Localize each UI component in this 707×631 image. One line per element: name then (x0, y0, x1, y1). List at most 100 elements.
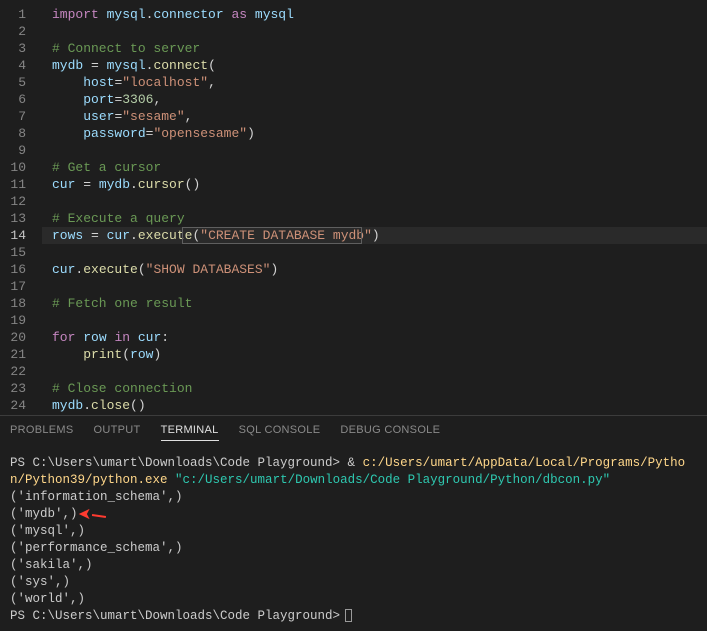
token: : (161, 330, 169, 345)
panel-tab[interactable]: DEBUG CONSOLE (340, 424, 440, 441)
terminal-output-line: ('mydb',) (10, 506, 697, 523)
code-line[interactable] (42, 363, 707, 380)
code-line[interactable]: import mysql.connector as mysql (42, 6, 707, 23)
panel-tab[interactable]: PROBLEMS (10, 424, 74, 441)
token: ) (247, 126, 255, 141)
line-number-gutter: 123456789101112131415161718192021222324 (0, 0, 42, 415)
code-line[interactable]: cur.execute("SHOW DATABASES") (42, 261, 707, 278)
line-number: 15 (0, 244, 26, 261)
line-number: 1 (0, 6, 26, 23)
token (52, 126, 83, 141)
token: ( (138, 262, 146, 277)
token: mysql (255, 7, 294, 22)
line-number: 2 (0, 23, 26, 40)
token: mydb (99, 177, 130, 192)
panel-tabs: PROBLEMS OUTPUT TERMINAL SQL CONSOLE DEBUG C… (0, 416, 707, 449)
line-number: 9 (0, 142, 26, 159)
token: = (83, 58, 106, 73)
code-area[interactable]: import mysql.connector as mysql # Connect… (42, 0, 707, 415)
line-number: 18 (0, 295, 26, 312)
code-line[interactable]: # Execute a query (42, 210, 707, 227)
token (52, 109, 83, 124)
line-number: 10 (0, 159, 26, 176)
token: host (83, 75, 114, 90)
code-line[interactable]: port=3306, (42, 91, 707, 108)
token: ) (270, 262, 278, 277)
token: row (83, 330, 106, 345)
code-line[interactable]: host="localhost", (42, 74, 707, 91)
line-number: 3 (0, 40, 26, 57)
terminal-output-line: ('world',) (10, 591, 697, 608)
token: close (91, 398, 130, 413)
token: # Connect to server (52, 41, 200, 56)
code-line[interactable]: for row in cur: (42, 329, 707, 346)
terminal-output-line: ('information_schema',) (10, 489, 697, 506)
token: cur (52, 177, 75, 192)
code-line[interactable] (42, 312, 707, 329)
code-line[interactable]: user="sesame", (42, 108, 707, 125)
token (247, 7, 255, 22)
code-editor[interactable]: 123456789101112131415161718192021222324 … (0, 0, 707, 415)
token: = (83, 228, 106, 243)
token: execute (83, 262, 138, 277)
token: , (153, 92, 161, 107)
token: ) (372, 228, 380, 243)
line-number: 14 (0, 227, 26, 244)
panel-tab[interactable]: SQL CONSOLE (239, 424, 321, 441)
token: mysql (107, 7, 146, 22)
terminal-output-line: ('sys',) (10, 574, 697, 591)
code-line[interactable]: # Close connection (42, 380, 707, 397)
terminal-prompt[interactable]: PS C:\Users\umart\Downloads\Code Playgro… (10, 608, 697, 625)
token: . (83, 398, 91, 413)
token: mydb (52, 58, 83, 73)
panel-tab[interactable]: TERMINAL (161, 424, 219, 441)
line-number: 11 (0, 176, 26, 193)
token: in (114, 330, 130, 345)
token: "localhost" (122, 75, 208, 90)
token (52, 75, 83, 90)
code-line[interactable] (42, 23, 707, 40)
code-line[interactable]: # Fetch one result (42, 295, 707, 312)
panel-tab[interactable]: OUTPUT (94, 424, 141, 441)
terminal-output[interactable]: PS C:\Users\umart\Downloads\Code Playgro… (0, 449, 707, 631)
terminal-output-line: ('mysql',) (10, 523, 697, 540)
token: mydb (52, 398, 83, 413)
code-line[interactable] (42, 278, 707, 295)
token: print (83, 347, 122, 362)
token: rows (52, 228, 83, 243)
token: = (75, 177, 98, 192)
code-line[interactable] (42, 244, 707, 261)
token: password (83, 126, 145, 141)
code-line[interactable] (42, 142, 707, 159)
bottom-panel: PROBLEMS OUTPUT TERMINAL SQL CONSOLE DEBUG C… (0, 415, 707, 610)
line-number: 19 (0, 312, 26, 329)
code-line[interactable]: mydb = mysql.connect( (42, 57, 707, 74)
line-number: 20 (0, 329, 26, 346)
token (52, 347, 83, 362)
token: cur (107, 228, 130, 243)
token: "sesame" (122, 109, 184, 124)
code-line[interactable] (42, 193, 707, 210)
line-number: 24 (0, 397, 26, 414)
code-line[interactable]: # Get a cursor (42, 159, 707, 176)
code-line[interactable]: password="opensesame") (42, 125, 707, 142)
code-line[interactable]: print(row) (42, 346, 707, 363)
token: as (231, 7, 247, 22)
token: for (52, 330, 75, 345)
token: user (83, 109, 114, 124)
line-number: 7 (0, 108, 26, 125)
token: () (185, 177, 201, 192)
token: row (130, 347, 153, 362)
token: , (208, 75, 216, 90)
token (99, 7, 107, 22)
code-line[interactable]: cur = mydb.cursor() (42, 176, 707, 193)
terminal-line: PS C:\Users\umart\Downloads\Code Playgro… (10, 455, 697, 489)
code-line[interactable]: # Connect to server (42, 40, 707, 57)
token: connect (153, 58, 208, 73)
line-number: 23 (0, 380, 26, 397)
token: # Execute a query (52, 211, 185, 226)
token (52, 92, 83, 107)
code-line[interactable]: rows = cur.execute("CREATE DATABASE mydb… (42, 227, 707, 244)
token: () (130, 398, 146, 413)
code-line[interactable]: mydb.close() (42, 397, 707, 414)
